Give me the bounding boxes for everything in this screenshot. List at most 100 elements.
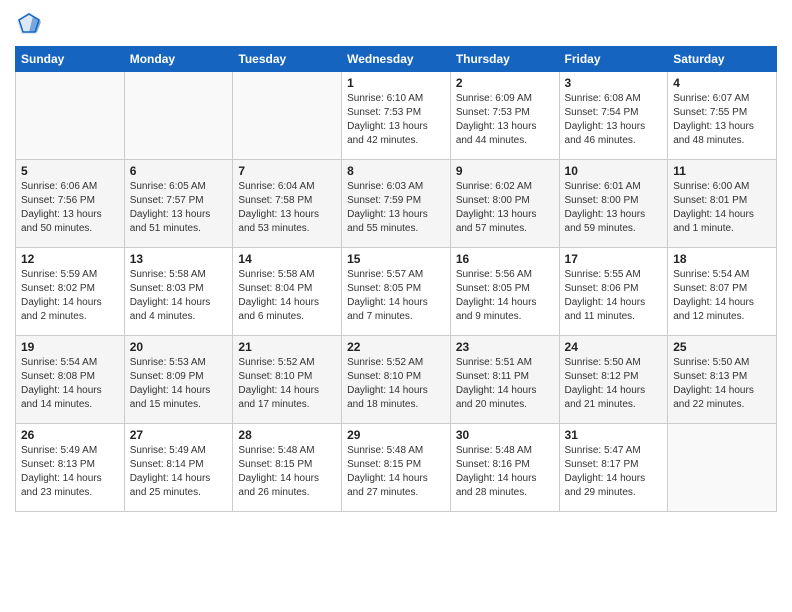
calendar-cell: 22 Sunrise: 5:52 AM Sunset: 8:10 PM Dayli… [342, 336, 451, 424]
calendar-cell: 15 Sunrise: 5:57 AM Sunset: 8:05 PM Dayli… [342, 248, 451, 336]
day-number: 20 [130, 340, 228, 354]
calendar-cell: 30 Sunrise: 5:48 AM Sunset: 8:16 PM Dayli… [450, 424, 559, 512]
calendar-cell: 31 Sunrise: 5:47 AM Sunset: 8:17 PM Dayli… [559, 424, 668, 512]
calendar-cell: 9 Sunrise: 6:02 AM Sunset: 8:00 PM Daylig… [450, 160, 559, 248]
calendar-cell: 7Sunrise: 6:04 AM Sunset: 7:58 PM Daylig… [233, 160, 342, 248]
day-info: Sunrise: 6:06 AM Sunset: 7:56 PM Dayligh… [21, 180, 119, 236]
day-info: Sunrise: 6:08 AM Sunset: 7:54 PM Dayligh… [565, 92, 663, 148]
calendar-cell [124, 72, 233, 160]
calendar-cell: 1 Sunrise: 6:10 AM Sunset: 7:53 PM Daylig… [342, 72, 451, 160]
calendar-cell [16, 72, 125, 160]
header-tuesday: Tuesday [233, 47, 342, 72]
day-info: Sunrise: 5:48 AM Sunset: 8:16 PM Dayligh… [456, 444, 554, 500]
day-number: 4 [673, 76, 771, 90]
calendar-cell: 19 Sunrise: 5:54 AM Sunset: 8:08 PM Dayli… [16, 336, 125, 424]
day-info: Sunrise: 5:47 AM Sunset: 8:17 PM Dayligh… [565, 444, 663, 500]
calendar-cell: 28 Sunrise: 5:48 AM Sunset: 8:15 PM Dayli… [233, 424, 342, 512]
calendar-cell [233, 72, 342, 160]
day-info: Sunrise: 5:52 AM Sunset: 8:10 PM Dayligh… [347, 356, 445, 412]
day-info: Sunrise: 5:50 AM Sunset: 8:13 PM Dayligh… [673, 356, 771, 412]
day-number: 18 [673, 252, 771, 266]
day-info: Sunrise: 6:07 AM Sunset: 7:55 PM Dayligh… [673, 92, 771, 148]
calendar-cell: 18 Sunrise: 5:54 AM Sunset: 8:07 PM Dayli… [668, 248, 777, 336]
day-info: Sunrise: 5:50 AM Sunset: 8:12 PM Dayligh… [565, 356, 663, 412]
calendar-cell: 14 Sunrise: 5:58 AM Sunset: 8:04 PM Dayli… [233, 248, 342, 336]
day-info: Sunrise: 5:54 AM Sunset: 8:08 PM Dayligh… [21, 356, 119, 412]
day-info: Sunrise: 5:55 AM Sunset: 8:06 PM Dayligh… [565, 268, 663, 324]
header-wednesday: Wednesday [342, 47, 451, 72]
calendar-cell: 13 Sunrise: 5:58 AM Sunset: 8:03 PM Dayli… [124, 248, 233, 336]
calendar-week-row: 1 Sunrise: 6:10 AM Sunset: 7:53 PM Daylig… [16, 72, 777, 160]
day-number: 25 [673, 340, 771, 354]
day-number: 30 [456, 428, 554, 442]
day-number: 8 [347, 164, 445, 178]
day-number: 21 [238, 340, 336, 354]
calendar-cell: 4 Sunrise: 6:07 AM Sunset: 7:55 PM Daylig… [668, 72, 777, 160]
calendar-cell: 17 Sunrise: 5:55 AM Sunset: 8:06 PM Dayli… [559, 248, 668, 336]
day-info: Sunrise: 5:58 AM Sunset: 8:04 PM Dayligh… [238, 268, 336, 324]
day-number: 10 [565, 164, 663, 178]
day-number: 9 [456, 164, 554, 178]
calendar-week-row: 5Sunrise: 6:06 AM Sunset: 7:56 PM Daylig… [16, 160, 777, 248]
calendar-cell: 10 Sunrise: 6:01 AM Sunset: 8:00 PM Dayli… [559, 160, 668, 248]
day-number: 14 [238, 252, 336, 266]
header-sunday: Sunday [16, 47, 125, 72]
header [15, 10, 777, 38]
calendar-header-row: SundayMondayTuesdayWednesdayThursdayFrid… [16, 47, 777, 72]
calendar-week-row: 19 Sunrise: 5:54 AM Sunset: 8:08 PM Dayli… [16, 336, 777, 424]
day-number: 17 [565, 252, 663, 266]
day-info: Sunrise: 5:59 AM Sunset: 8:02 PM Dayligh… [21, 268, 119, 324]
day-info: Sunrise: 5:49 AM Sunset: 8:13 PM Dayligh… [21, 444, 119, 500]
day-number: 22 [347, 340, 445, 354]
calendar-cell: 27Sunrise: 5:49 AM Sunset: 8:14 PM Dayli… [124, 424, 233, 512]
day-number: 1 [347, 76, 445, 90]
day-number: 28 [238, 428, 336, 442]
calendar-table: SundayMondayTuesdayWednesdayThursdayFrid… [15, 46, 777, 512]
calendar-cell: 6 Sunrise: 6:05 AM Sunset: 7:57 PM Daylig… [124, 160, 233, 248]
header-saturday: Saturday [668, 47, 777, 72]
day-info: Sunrise: 6:02 AM Sunset: 8:00 PM Dayligh… [456, 180, 554, 236]
day-number: 6 [130, 164, 228, 178]
calendar-cell [668, 424, 777, 512]
day-info: Sunrise: 6:10 AM Sunset: 7:53 PM Dayligh… [347, 92, 445, 148]
header-friday: Friday [559, 47, 668, 72]
calendar-cell: 26 Sunrise: 5:49 AM Sunset: 8:13 PM Dayli… [16, 424, 125, 512]
day-number: 23 [456, 340, 554, 354]
day-number: 11 [673, 164, 771, 178]
day-number: 29 [347, 428, 445, 442]
calendar-cell: 24Sunrise: 5:50 AM Sunset: 8:12 PM Dayli… [559, 336, 668, 424]
calendar-cell: 20 Sunrise: 5:53 AM Sunset: 8:09 PM Dayli… [124, 336, 233, 424]
logo-icon [15, 10, 43, 38]
day-info: Sunrise: 5:53 AM Sunset: 8:09 PM Dayligh… [130, 356, 228, 412]
day-info: Sunrise: 5:57 AM Sunset: 8:05 PM Dayligh… [347, 268, 445, 324]
day-number: 27 [130, 428, 228, 442]
day-info: Sunrise: 5:56 AM Sunset: 8:05 PM Dayligh… [456, 268, 554, 324]
calendar-week-row: 26 Sunrise: 5:49 AM Sunset: 8:13 PM Dayli… [16, 424, 777, 512]
day-number: 31 [565, 428, 663, 442]
calendar-cell: 5Sunrise: 6:06 AM Sunset: 7:56 PM Daylig… [16, 160, 125, 248]
calendar-cell: 16Sunrise: 5:56 AM Sunset: 8:05 PM Dayli… [450, 248, 559, 336]
header-thursday: Thursday [450, 47, 559, 72]
calendar-cell: 12 Sunrise: 5:59 AM Sunset: 8:02 PM Dayli… [16, 248, 125, 336]
calendar-cell: 11 Sunrise: 6:00 AM Sunset: 8:01 PM Dayli… [668, 160, 777, 248]
day-number: 26 [21, 428, 119, 442]
day-info: Sunrise: 5:58 AM Sunset: 8:03 PM Dayligh… [130, 268, 228, 324]
calendar-cell: 3 Sunrise: 6:08 AM Sunset: 7:54 PM Daylig… [559, 72, 668, 160]
day-number: 12 [21, 252, 119, 266]
day-number: 3 [565, 76, 663, 90]
day-info: Sunrise: 6:05 AM Sunset: 7:57 PM Dayligh… [130, 180, 228, 236]
day-info: Sunrise: 5:54 AM Sunset: 8:07 PM Dayligh… [673, 268, 771, 324]
header-monday: Monday [124, 47, 233, 72]
calendar-week-row: 12 Sunrise: 5:59 AM Sunset: 8:02 PM Dayli… [16, 248, 777, 336]
day-number: 13 [130, 252, 228, 266]
day-info: Sunrise: 5:52 AM Sunset: 8:10 PM Dayligh… [238, 356, 336, 412]
day-info: Sunrise: 5:48 AM Sunset: 8:15 PM Dayligh… [238, 444, 336, 500]
calendar-cell: 2Sunrise: 6:09 AM Sunset: 7:53 PM Daylig… [450, 72, 559, 160]
calendar-cell: 25 Sunrise: 5:50 AM Sunset: 8:13 PM Dayli… [668, 336, 777, 424]
day-info: Sunrise: 6:01 AM Sunset: 8:00 PM Dayligh… [565, 180, 663, 236]
day-number: 15 [347, 252, 445, 266]
day-number: 19 [21, 340, 119, 354]
day-number: 2 [456, 76, 554, 90]
page: SundayMondayTuesdayWednesdayThursdayFrid… [0, 0, 792, 612]
day-info: Sunrise: 6:00 AM Sunset: 8:01 PM Dayligh… [673, 180, 771, 236]
